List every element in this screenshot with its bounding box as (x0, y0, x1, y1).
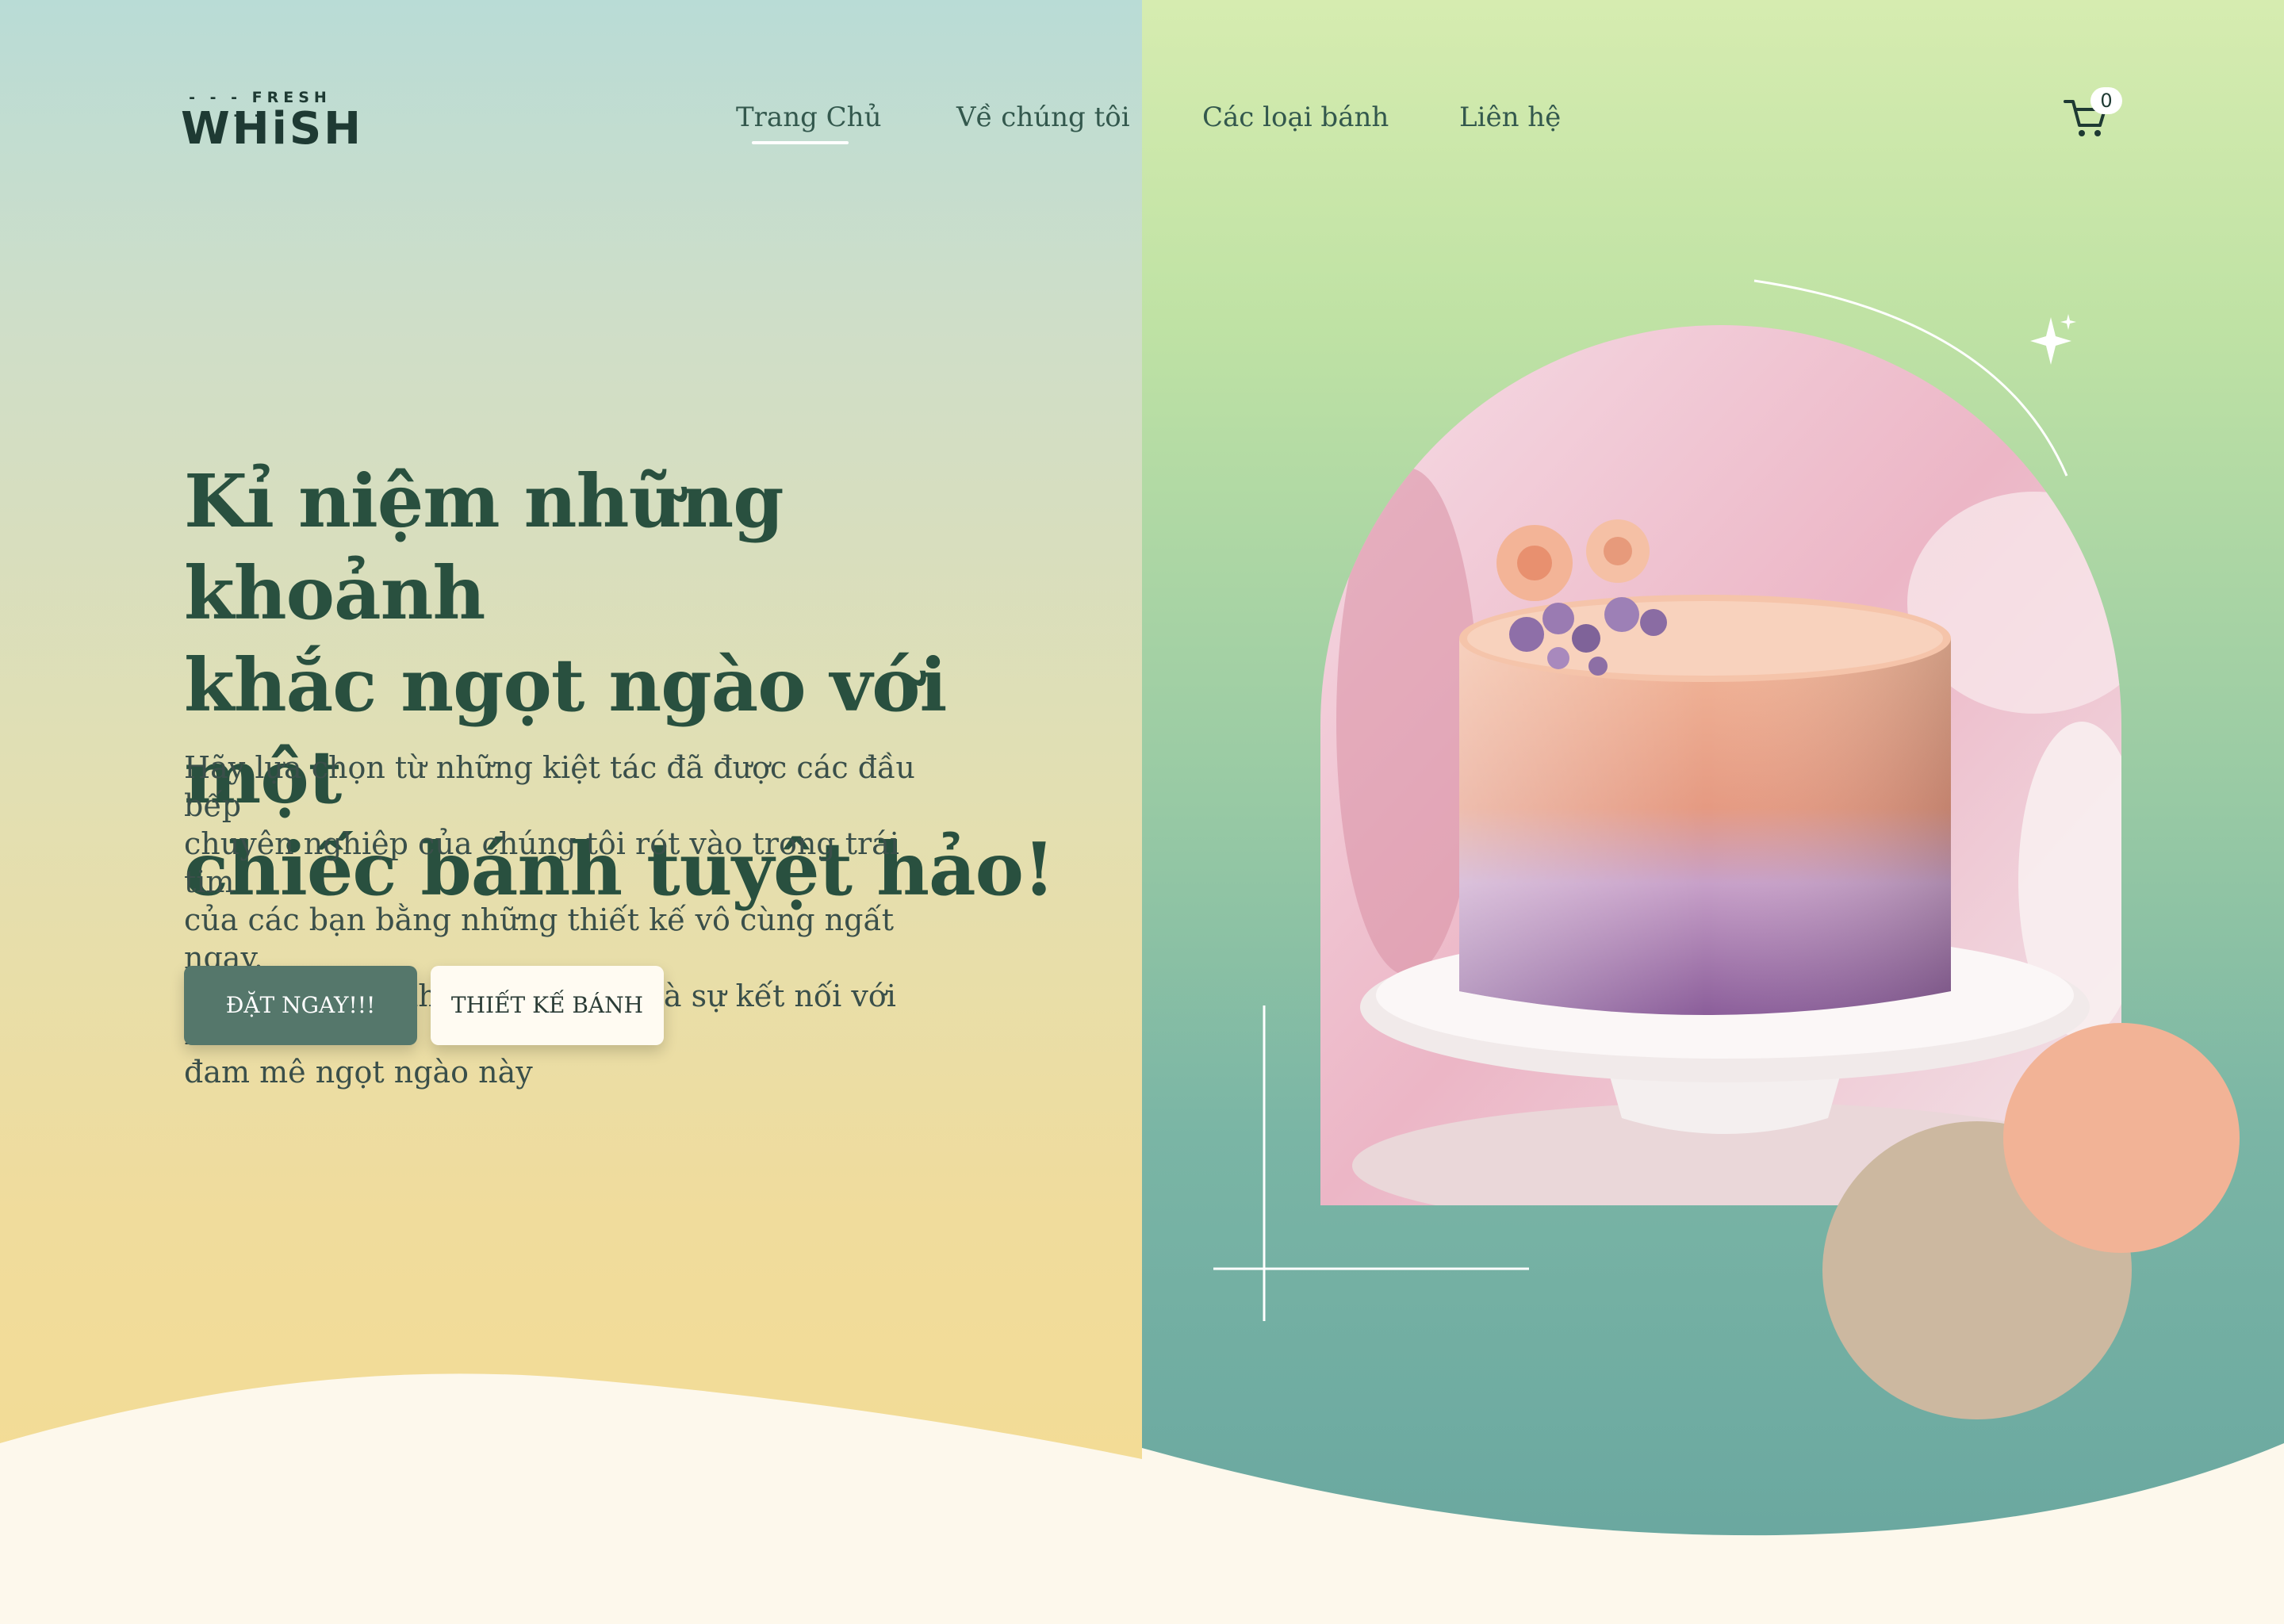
decorative-circle-peach (2003, 1023, 2240, 1253)
order-now-button[interactable]: ĐẶT NGAY!!! (184, 966, 417, 1045)
brand-logo[interactable]: - - - FRESH - - - WHiSH (181, 86, 361, 155)
hero-description-line: Hãy lựa chọn từ những kiệt tác đã được c… (184, 750, 915, 823)
nav-active-indicator (752, 141, 849, 144)
bottom-wave (0, 1373, 2284, 1624)
design-cake-button[interactable]: THIẾT KẾ BÁNH (431, 966, 664, 1045)
nav-item-about[interactable]: Về chúng tôi (956, 102, 1130, 143)
hero-description-line: đam mê ngọt ngào này (184, 1055, 533, 1090)
cake-illustration (1320, 325, 2121, 1205)
nav-item-home[interactable]: Trang Chủ (736, 102, 881, 143)
cake-image (1320, 325, 2121, 1205)
brand-name: WHiSH (181, 103, 364, 155)
hero-headline-line: Kỉ niệm những khoảnh (184, 458, 784, 636)
nav-item-contact[interactable]: Liên hệ (1459, 102, 1561, 143)
cart-count-badge: 0 (2090, 87, 2122, 114)
hero-description-line: chuyên nghiệp của chúng tôi rót vào tron… (184, 826, 899, 899)
nav-item-cakes[interactable]: Các loại bánh (1202, 102, 1389, 143)
